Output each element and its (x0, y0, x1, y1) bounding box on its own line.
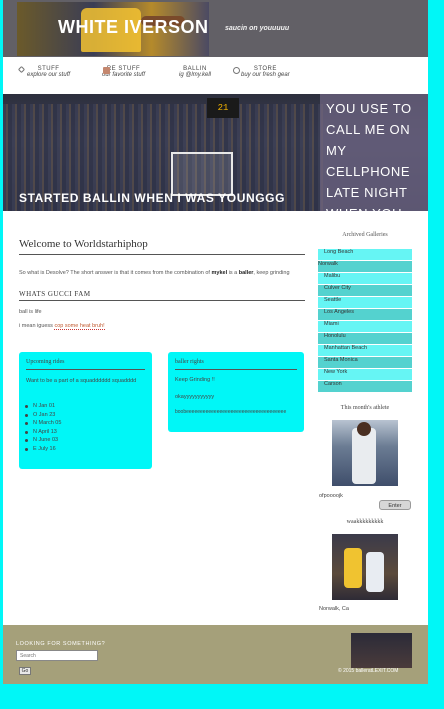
refresh-icon (233, 67, 240, 74)
list-item: N April 13 (25, 428, 61, 437)
category-item[interactable]: New York (318, 369, 412, 381)
intro-text: , keep grinding (253, 270, 290, 276)
yellow-jersey-shape (344, 548, 362, 588)
sidebar: Archived Galleries (318, 232, 412, 238)
list-item: O Jan 23 (25, 411, 61, 420)
athlete-of-month-title: This month's athlete (340, 405, 390, 411)
site-tagline: saucin on youuuuu (225, 25, 290, 32)
category-item[interactable]: Carson (318, 381, 412, 393)
intro-bold-name: mykel (211, 270, 228, 276)
main-nav: STUFF explore our stuff RE STUFF our fav… (3, 62, 428, 92)
page-title: Welcome to Worldstarhiphop (19, 238, 305, 255)
nav-item-ballin[interactable]: BALLIN ig @lmy.kell (179, 66, 211, 78)
body-line: ball is life (19, 309, 42, 315)
hero-overlay-text: YOU USE TO CALL ME ON MY CELLPHONE LATE … (326, 101, 412, 211)
nav-item-store[interactable]: STORE buy our fresh gear (233, 66, 290, 78)
player-jersey-shape (352, 428, 376, 484)
category-item[interactable]: Culver City (318, 285, 412, 297)
category-list: Long Beach Norwalk Malibu Culver City Se… (318, 249, 412, 393)
site-footer: LOOKING FOR SOMETHING? Go © 2015 ballera… (3, 625, 428, 684)
section-title: WHATS GUCCI FAM (19, 290, 305, 301)
hero-caption: STARTED BALLIN WHEN I WAS YOUNGGG (19, 191, 286, 205)
category-item[interactable]: Malibu (318, 273, 412, 285)
category-item[interactable]: Honolulu (318, 333, 412, 345)
main-content: Welcome to Worldstarhiphop So what is De… (19, 238, 305, 330)
second-caption: Norwalk, Ca (319, 606, 349, 612)
photo-icon (103, 67, 110, 74)
white-jersey-shape (366, 552, 384, 592)
category-item[interactable]: Long Beach (318, 249, 412, 261)
category-item[interactable]: Seattle (318, 297, 412, 309)
intro-text: is a (227, 270, 239, 276)
athlete-photo[interactable] (332, 420, 398, 486)
category-item[interactable]: Miami (318, 321, 412, 333)
widget-title: Upcoming rides (26, 359, 145, 370)
body-text: i mean iguess (19, 323, 55, 329)
nav-sublabel: ig @lmy.kell (179, 72, 211, 78)
go-button[interactable]: Go (19, 667, 31, 675)
hero-overlay-box: YOU USE TO CALL ME ON MY CELLPHONE LATE … (320, 94, 428, 211)
nav-item-re-stuff[interactable]: RE STUFF our favorite stuff (102, 66, 145, 78)
list-item: N June 03 (25, 436, 61, 445)
pencil-icon (17, 65, 26, 74)
hero-banner: 21 STARTED BALLIN WHEN I WAS YOUNGGG YOU… (3, 94, 428, 211)
category-item[interactable]: Los Angeles (318, 309, 412, 321)
widget-text: Want to be a part of a squadddddd squadd… (26, 378, 137, 384)
search-label: LOOKING FOR SOMETHING? (16, 641, 106, 647)
nav-sublabel: buy our fresh gear (241, 72, 290, 78)
basketball-backboard (171, 152, 233, 196)
list-item: E July 16 (25, 445, 61, 454)
rides-list: N Jan 01 O Jan 23 N March 05 N April 13 … (25, 402, 61, 453)
widget-title: baller rights (175, 359, 297, 370)
category-item[interactable]: Santa Monica (318, 357, 412, 369)
search-input[interactable] (16, 650, 98, 661)
enter-button[interactable]: Enter (379, 500, 411, 510)
second-gallery-title: waakkkkkkkkk (346, 519, 384, 525)
category-item[interactable]: Norwalk (318, 261, 412, 273)
list-item: N Jan 01 (25, 402, 61, 411)
category-item[interactable]: Manhattan Beach (318, 345, 412, 357)
list-item: N March 05 (25, 419, 61, 428)
widget-line: Keep Grinding !! (175, 377, 215, 383)
copyright-text: © 2015 balleratLEXIT.COM (338, 668, 399, 674)
intro-paragraph: So what is Desolve? The short answer is … (19, 269, 305, 278)
scoreboard: 21 (207, 98, 239, 118)
athlete-caption: ofpoooojk (319, 493, 343, 499)
widget-line: okayyyyyyyyyyy (175, 394, 215, 400)
site-header: WHITE IVERSON saucin on youuuuu (3, 0, 428, 57)
intro-bold-word: baller (238, 270, 254, 276)
archived-galleries-title: Archived Galleries (342, 232, 388, 238)
page-frame: WHITE IVERSON saucin on youuuuu STUFF ex… (3, 0, 428, 684)
second-athlete-photo[interactable] (332, 534, 398, 600)
shop-link[interactable]: cop some heat bruh! (54, 323, 105, 330)
widget-line: boobeeeeeeeeeeeeeeeeeeeeeeeeeeeeeeeeeeee (175, 409, 287, 415)
site-title[interactable]: WHITE IVERSON (58, 17, 209, 38)
footer-photo (351, 633, 412, 668)
baller-rights-widget: baller rights Keep Grinding !! okayyyyyy… (168, 352, 304, 432)
nav-sublabel: explore our stuff (27, 72, 71, 78)
intro-text: So what is Desolve? The short answer is … (19, 270, 212, 276)
player-head-shape (357, 422, 371, 436)
nav-item-stuff[interactable]: STUFF explore our stuff (17, 65, 71, 78)
body-line: i mean iguess cop some heat bruh! (19, 323, 305, 330)
